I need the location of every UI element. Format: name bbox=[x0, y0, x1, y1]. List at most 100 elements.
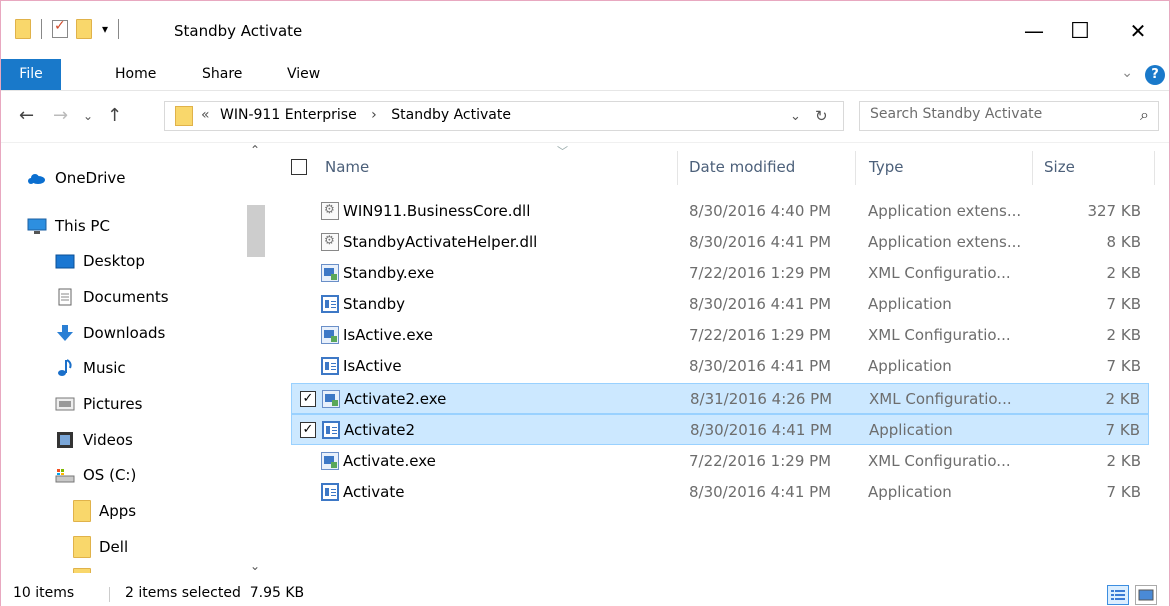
address-history-icon[interactable]: ⌄ bbox=[790, 109, 801, 124]
file-type: XML Configuratio... bbox=[868, 326, 1011, 344]
breadcrumb-separator[interactable]: › bbox=[371, 107, 377, 123]
column-divider[interactable] bbox=[1154, 151, 1155, 185]
column-divider[interactable] bbox=[677, 151, 678, 185]
scrollbar-thumb[interactable] bbox=[247, 205, 265, 257]
nav-item-desktop[interactable]: Desktop bbox=[55, 244, 145, 278]
table-row[interactable]: Activate.exe 7/22/2016 1:29 PM XML Confi… bbox=[291, 446, 1149, 477]
status-bar: 10 items 2 items selected 7.95 KB bbox=[1, 575, 1169, 606]
properties-icon[interactable] bbox=[52, 18, 68, 38]
breadcrumb-item-win911[interactable]: WIN-911 Enterprise bbox=[220, 107, 357, 123]
file-date: 8/30/2016 4:41 PM bbox=[690, 421, 833, 439]
maximize-button[interactable]: ☐ bbox=[1057, 11, 1103, 51]
navigation-pane: OneDrive This PC Desktop Documents Downl… bbox=[1, 143, 269, 573]
large-icons-view-icon[interactable] bbox=[1135, 585, 1157, 605]
explorer-window: ▾ Standby Activate — ☐ ✕ File Home Share… bbox=[0, 0, 1170, 606]
expand-ribbon-icon[interactable]: ⌄ bbox=[1121, 65, 1133, 81]
file-name: IsActive.exe bbox=[343, 326, 434, 344]
table-row[interactable]: Standby 8/30/2016 4:41 PM Application 7 … bbox=[291, 289, 1149, 320]
nav-item-dell[interactable]: Dell bbox=[73, 530, 128, 564]
search-input[interactable] bbox=[870, 106, 1120, 122]
table-row[interactable]: StandbyActivateHelper.dll 8/30/2016 4:41… bbox=[291, 227, 1149, 258]
file-size: 7 KB bbox=[1106, 357, 1141, 375]
folder-icon bbox=[15, 19, 31, 39]
column-header-type[interactable]: Type bbox=[869, 143, 903, 191]
nav-item-documents[interactable]: Documents bbox=[55, 280, 169, 314]
new-folder-icon[interactable] bbox=[76, 19, 92, 39]
nav-item-this-pc[interactable]: This PC bbox=[27, 209, 110, 243]
desktop-icon bbox=[55, 254, 75, 269]
column-divider[interactable] bbox=[855, 151, 856, 185]
nav-pane-scrollbar[interactable]: ⌃ ⌄ bbox=[245, 143, 267, 573]
file-type: Application extens... bbox=[868, 202, 1022, 220]
folder-icon bbox=[73, 568, 91, 573]
file-date: 8/30/2016 4:41 PM bbox=[689, 357, 832, 375]
file-name: Activate bbox=[343, 483, 405, 501]
videos-icon bbox=[57, 432, 73, 448]
address-bar[interactable]: « WIN-911 Enterprise › Standby Activate … bbox=[164, 101, 844, 131]
xml-config-icon bbox=[321, 264, 339, 282]
ribbon: File Home Share View ⌄ ? bbox=[1, 59, 1169, 91]
recent-locations-icon[interactable]: ⌄ bbox=[83, 109, 93, 123]
scroll-down-icon[interactable]: ⌄ bbox=[250, 559, 260, 573]
table-row[interactable]: WIN911.BusinessCore.dll 8/30/2016 4:40 P… bbox=[291, 196, 1149, 227]
drive-icon bbox=[55, 469, 75, 483]
file-date: 8/30/2016 4:41 PM bbox=[689, 483, 832, 501]
file-name: StandbyActivateHelper.dll bbox=[343, 233, 538, 251]
up-arrow-icon[interactable]: ↑ bbox=[107, 105, 122, 126]
tab-share[interactable]: Share bbox=[188, 59, 256, 90]
nav-item-partial[interactable] bbox=[73, 565, 99, 573]
nav-item-label: Desktop bbox=[83, 252, 145, 270]
help-icon[interactable]: ? bbox=[1145, 65, 1165, 85]
select-all-checkbox[interactable] bbox=[291, 159, 307, 175]
refresh-icon[interactable]: ↻ bbox=[815, 107, 828, 125]
back-arrow-icon[interactable]: ← bbox=[19, 105, 34, 126]
nav-item-onedrive[interactable]: OneDrive bbox=[27, 161, 126, 195]
column-divider[interactable] bbox=[1032, 151, 1033, 185]
table-row[interactable]: Standby.exe 7/22/2016 1:29 PM XML Config… bbox=[291, 258, 1149, 289]
tab-view[interactable]: View bbox=[273, 59, 334, 90]
column-header-size[interactable]: Size bbox=[1044, 143, 1075, 191]
file-name: WIN911.BusinessCore.dll bbox=[343, 202, 531, 220]
tab-home[interactable]: Home bbox=[101, 59, 170, 90]
search-icon[interactable]: ⌕ bbox=[1140, 105, 1149, 125]
item-count: 10 items bbox=[13, 585, 75, 601]
nav-item-videos[interactable]: Videos bbox=[55, 423, 133, 457]
table-row[interactable]: IsActive.exe 7/22/2016 1:29 PM XML Confi… bbox=[291, 320, 1149, 351]
file-list: ﹀ Name Date modified Type Size WIN911.Bu… bbox=[279, 143, 1169, 573]
nav-item-pictures[interactable]: Pictures bbox=[55, 387, 142, 421]
tab-file[interactable]: File bbox=[1, 59, 61, 90]
breadcrumb-item-standby-activate[interactable]: Standby Activate bbox=[391, 107, 511, 123]
column-header-date-modified[interactable]: Date modified bbox=[689, 143, 795, 191]
forward-arrow-icon[interactable]: → bbox=[53, 105, 68, 126]
close-button[interactable]: ✕ bbox=[1115, 11, 1161, 51]
table-row[interactable]: Activate 8/30/2016 4:41 PM Application 7… bbox=[291, 477, 1149, 508]
customize-quick-access-icon[interactable]: ▾ bbox=[102, 22, 108, 36]
file-name: Activate2.exe bbox=[344, 390, 447, 408]
breadcrumb-overflow[interactable]: « bbox=[201, 107, 210, 123]
nav-item-label: This PC bbox=[55, 217, 110, 235]
row-checkbox[interactable]: ✓ bbox=[300, 391, 316, 407]
search-box[interactable]: ⌕ bbox=[859, 101, 1159, 131]
nav-item-label: Downloads bbox=[83, 324, 166, 342]
table-row-selected[interactable]: ✓ Activate2 8/30/2016 4:41 PM Applicatio… bbox=[291, 414, 1149, 445]
column-header-name[interactable]: Name bbox=[325, 143, 369, 191]
details-view-icon[interactable] bbox=[1107, 585, 1129, 605]
row-checkbox[interactable]: ✓ bbox=[300, 422, 316, 438]
file-name: Activate2 bbox=[344, 421, 416, 439]
file-size: 2 KB bbox=[1106, 326, 1141, 344]
scroll-up-icon[interactable]: ⌃ bbox=[250, 143, 260, 157]
window-title: Standby Activate bbox=[174, 22, 303, 40]
file-name: IsActive bbox=[343, 357, 402, 375]
nav-item-label: OneDrive bbox=[55, 169, 126, 187]
file-type: XML Configuratio... bbox=[868, 452, 1011, 470]
table-row[interactable]: IsActive 8/30/2016 4:41 PM Application 7… bbox=[291, 351, 1149, 382]
table-row-selected[interactable]: ✓ Activate2.exe 8/31/2016 4:26 PM XML Co… bbox=[291, 383, 1149, 414]
sort-indicator-icon: ﹀ bbox=[557, 145, 568, 158]
nav-item-apps[interactable]: Apps bbox=[73, 494, 136, 528]
minimize-button[interactable]: — bbox=[1011, 11, 1057, 51]
nav-item-downloads[interactable]: Downloads bbox=[55, 316, 165, 350]
file-name: Activate.exe bbox=[343, 452, 436, 470]
nav-item-music[interactable]: Music bbox=[55, 351, 126, 385]
nav-item-os-c[interactable]: OS (C:) bbox=[55, 458, 136, 492]
file-type: XML Configuratio... bbox=[868, 264, 1011, 282]
